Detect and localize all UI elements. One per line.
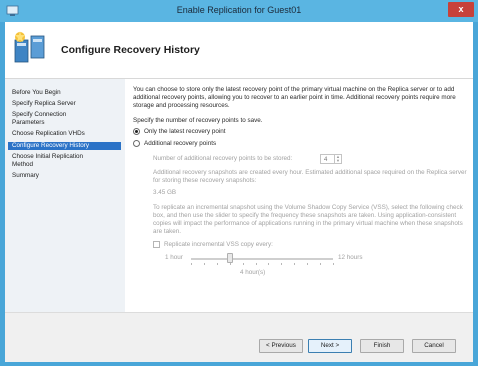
nav-item-specify-replica-server[interactable]: Specify Replica Server (8, 100, 121, 108)
vss-checkbox[interactable] (153, 241, 160, 248)
dialog-window: Enable Replication for Guest01 x Configu… (0, 0, 478, 366)
slider-tick (242, 263, 244, 265)
close-button[interactable]: x (448, 2, 474, 17)
slider-tick (268, 263, 270, 265)
wizard-footer: < Previous Next > Finish Cancel (5, 312, 473, 362)
slider-tick (320, 263, 322, 265)
wizard-header: Configure Recovery History (5, 22, 473, 79)
cancel-button[interactable]: Cancel (412, 339, 456, 353)
recovery-points-value: 4 (324, 157, 328, 163)
slider-tick (216, 263, 218, 265)
nav-item-choose-replication-vhds[interactable]: Choose Replication VHDs (8, 130, 121, 138)
previous-button[interactable]: < Previous (259, 339, 303, 353)
slider-tick (281, 263, 283, 265)
slider-value-label: 4 hour(s) (240, 269, 266, 276)
vss-info-text: To replicate an incremental snapshot usi… (153, 204, 463, 235)
dialog-client: Configure Recovery History Before You Be… (5, 22, 473, 362)
slider-max-label: 12 hours (338, 254, 363, 261)
vss-checkbox-label[interactable]: Replicate incremental VSS copy every: (164, 241, 273, 249)
replication-wizard-icon (14, 31, 45, 63)
nav-item-before-you-begin[interactable]: Before You Begin (8, 89, 121, 97)
radio-latest-label[interactable]: Only the latest recovery point (144, 128, 226, 136)
intro-text: You can choose to store only the latest … (133, 86, 456, 109)
slider-tick (294, 263, 296, 265)
snapshots-info-text: Additional recovery snapshots are create… (153, 169, 467, 184)
recovery-points-number-label: Number of additional recovery points to … (153, 155, 293, 162)
slider-tick (333, 263, 334, 265)
stepper-arrows-icon[interactable]: ▲ ▼ (334, 155, 341, 163)
title-bar[interactable]: Enable Replication for Guest01 x (0, 0, 478, 22)
nav-item-configure-recovery-history[interactable]: Configure Recovery History (8, 142, 121, 150)
next-button[interactable]: Next > (308, 339, 352, 353)
nav-item-specify-connection-parameters[interactable]: Specify Connection Parameters (8, 111, 98, 127)
slider-tick (307, 263, 309, 265)
radio-latest-recovery-point[interactable] (133, 128, 140, 135)
slider-tick (191, 263, 192, 265)
recovery-points-stepper[interactable]: 4 ▲ ▼ (320, 154, 342, 164)
nav-item-choose-initial-replication-method[interactable]: Choose Initial Replication Method (8, 153, 108, 169)
slider-tick (229, 263, 231, 265)
slider-tick (203, 263, 205, 265)
wizard-nav: Before You Begin Specify Replica Server … (5, 79, 125, 312)
nav-item-summary[interactable]: Summary (8, 172, 121, 180)
specify-label: Specify the number of recovery points to… (133, 117, 263, 124)
slider-tick (255, 263, 257, 265)
radio-additional-recovery-points[interactable] (133, 140, 140, 147)
frequency-slider-track[interactable] (191, 258, 333, 260)
page-title: Configure Recovery History (61, 44, 200, 56)
radio-additional-label[interactable]: Additional recovery points (144, 140, 216, 148)
close-icon: x (458, 4, 464, 14)
window-title: Enable Replication for Guest01 (176, 5, 302, 15)
frequency-slider-thumb[interactable] (226, 253, 233, 263)
finish-button[interactable]: Finish (360, 339, 404, 353)
estimated-space-value: 3.45 GB (153, 189, 177, 196)
slider-min-label: 1 hour (165, 254, 183, 261)
